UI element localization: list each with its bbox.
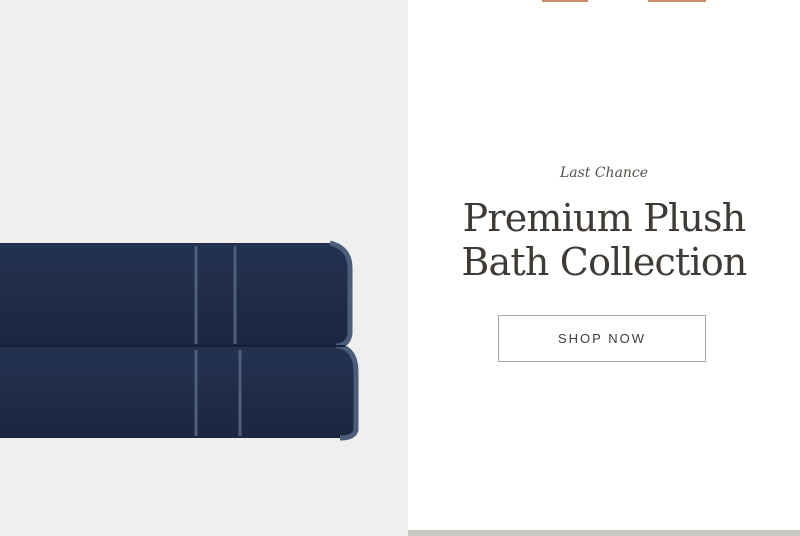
bottom-divider: [408, 530, 800, 536]
eyebrow-label: Last Chance: [559, 165, 649, 181]
promo-hero: Last Chance Premium Plush Bath Collectio…: [0, 0, 800, 536]
top-accent-strip: [542, 0, 588, 2]
product-image-panel: [0, 0, 408, 536]
bottom-towel: [0, 346, 356, 438]
headline-line-2: Bath Collection: [461, 240, 747, 284]
folded-towels-image[interactable]: [0, 0, 408, 536]
headline-line-1: Premium Plush: [462, 196, 747, 240]
top-towel: [0, 243, 350, 346]
promo-headline: Premium Plush Bath Collection: [408, 196, 800, 284]
top-accent-strip: [648, 0, 706, 2]
shop-now-button[interactable]: SHOP NOW: [498, 315, 706, 362]
promo-content-panel: Last Chance Premium Plush Bath Collectio…: [408, 0, 800, 536]
